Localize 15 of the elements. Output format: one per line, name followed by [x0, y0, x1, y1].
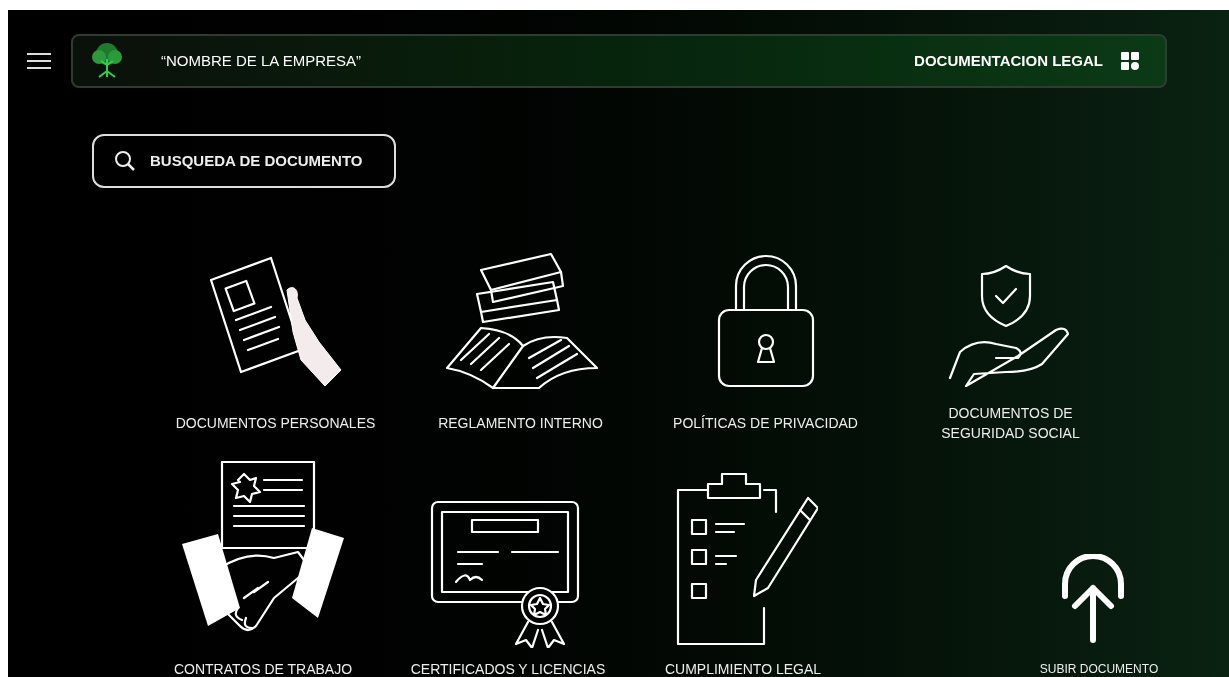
search-icon: [114, 150, 136, 172]
search-button[interactable]: BUSQUEDA DE DOCUMENTO: [92, 134, 396, 188]
category-label[interactable]: POLÍTICAS DE PRIVACIDAD: [673, 413, 858, 433]
category-label[interactable]: REGLAMENTO INTERNO: [438, 413, 603, 433]
menu-icon[interactable]: [26, 52, 52, 70]
grid-icon[interactable]: [1121, 52, 1139, 70]
upload-label[interactable]: SUBIR DOCUMENTO: [1039, 660, 1159, 677]
category-label[interactable]: CONTRATOS DE TRABAJO: [173, 659, 353, 677]
tree-logo-icon: [89, 41, 125, 81]
company-name: “NOMBRE DE LA EMPRESA”: [161, 50, 362, 71]
section-title: DOCUMENTACION LEGAL: [914, 50, 1103, 71]
category-label[interactable]: DOCUMENTOS DE SEGURIDAD SOCIAL: [923, 403, 1098, 443]
category-label[interactable]: DOCUMENTOS PERSONALES: [175, 413, 376, 433]
category-label[interactable]: CERTIFICADOS Y LICENCIAS: [410, 659, 606, 677]
category-label[interactable]: CUMPLIMIENTO LEGAL: [664, 659, 822, 677]
